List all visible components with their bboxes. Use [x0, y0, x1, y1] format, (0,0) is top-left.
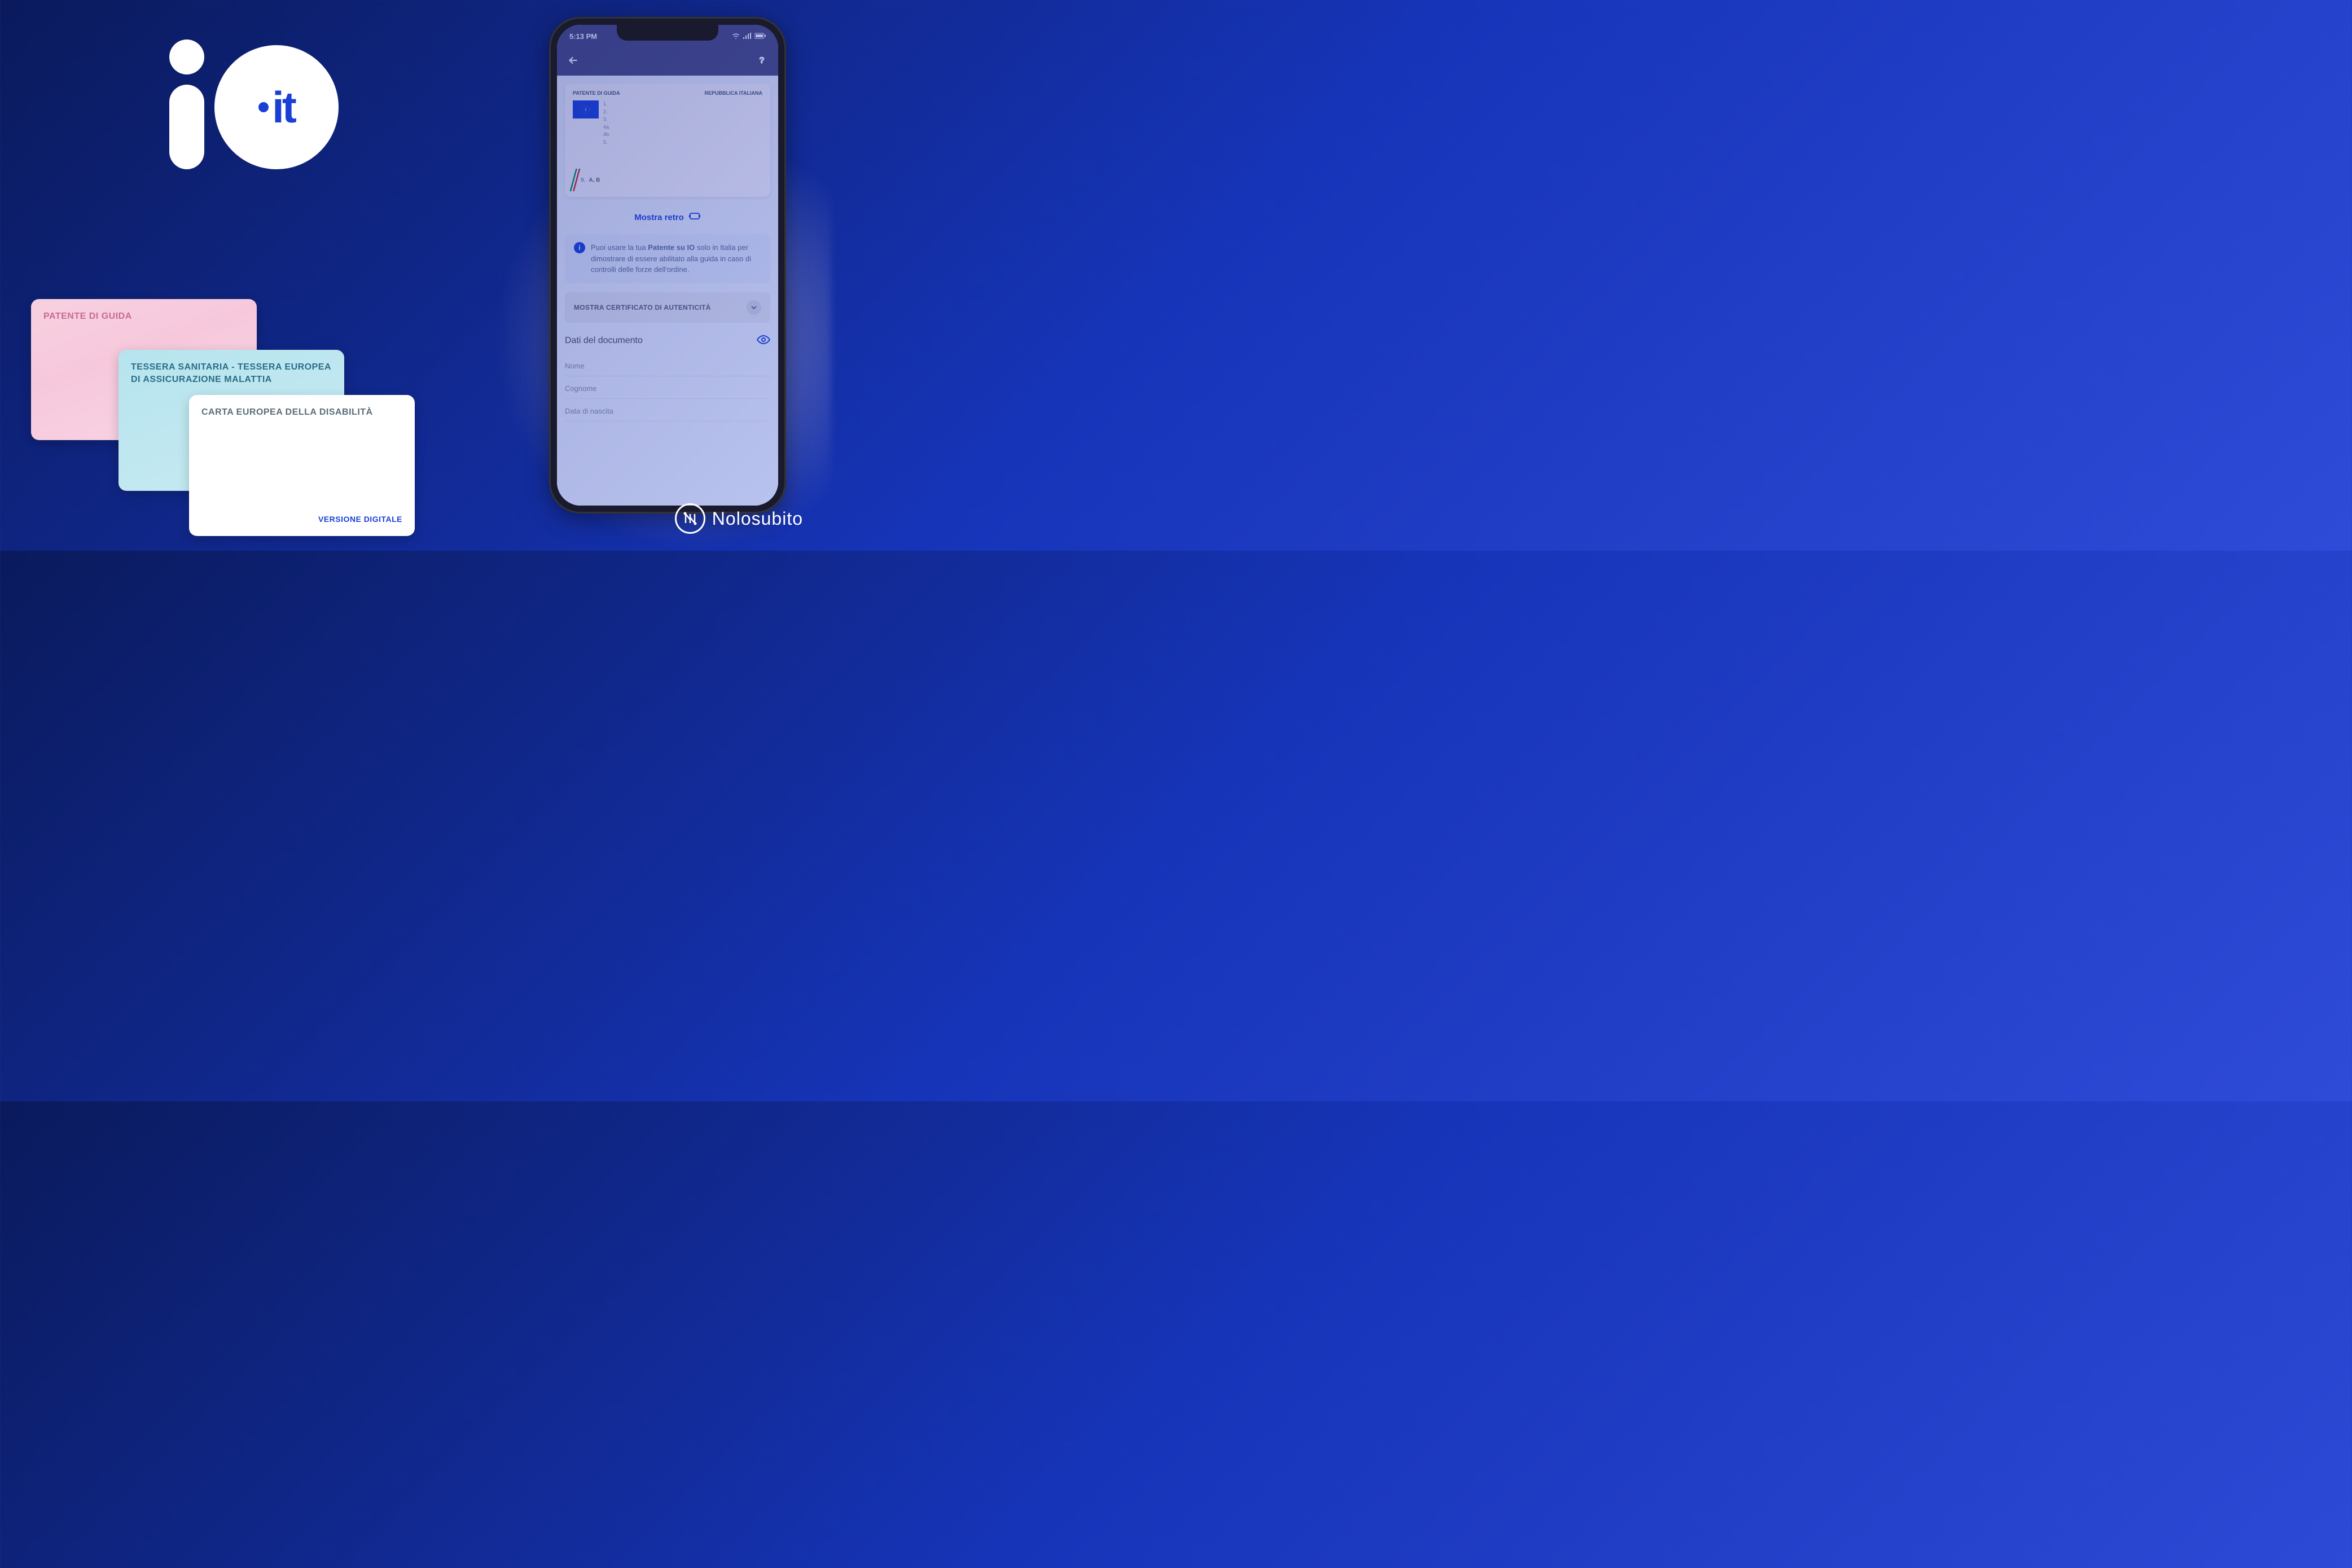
back-icon[interactable]	[567, 54, 580, 69]
cards-stack: PATENTE DI GUIDA TESSERA SANITARIA - TES…	[31, 299, 398, 525]
watermark-icon	[675, 503, 705, 534]
field-cognome: Cognome	[565, 376, 770, 399]
status-time: 5:13 PM	[569, 32, 597, 41]
card-disabilita-title: CARTA EUROPEA DELLA DISABILITÀ	[201, 406, 402, 419]
phone-frame: 5:13 PM ?	[549, 17, 786, 513]
status-icons	[732, 32, 766, 41]
battery-icon	[754, 32, 766, 41]
io-logo-i	[169, 39, 204, 169]
license-title-right: REPUBBLICA ITALIANA	[705, 90, 763, 96]
license-categories: 9. A, B	[573, 169, 762, 191]
field-nome: Nome	[565, 354, 770, 376]
eu-flag-icon: I	[573, 100, 599, 118]
app-header: ?	[557, 47, 778, 76]
section-label: Dati del documento	[565, 336, 643, 346]
flip-icon	[688, 212, 701, 223]
phone-mockup: 5:13 PM ?	[549, 17, 786, 513]
license-cat-value: A, B	[589, 177, 600, 183]
license-card: PATENTE DI GUIDA REPUBBLICA ITALIANA I 1…	[565, 84, 770, 197]
svg-text:?: ?	[760, 56, 764, 65]
info-icon: i	[574, 242, 585, 253]
watermark-logo: Nolosubito	[675, 503, 803, 534]
license-field-rows: 1. 2. 3. 4a. 4b. 5.	[603, 100, 762, 146]
field-nascita: Data di nascita	[565, 399, 770, 421]
io-logo: it	[169, 39, 339, 169]
document-data-header: Dati del documento	[565, 333, 770, 349]
info-text: Puoi usare la tua Patente su IO solo in …	[591, 242, 761, 275]
card-patente-title: PATENTE DI GUIDA	[43, 310, 244, 323]
show-back-label: Mostra retro	[634, 213, 684, 222]
help-icon[interactable]: ?	[756, 54, 768, 69]
phone-screen: 5:13 PM ?	[557, 25, 778, 506]
phone-notch	[617, 25, 718, 41]
license-title-left: PATENTE DI GUIDA	[573, 90, 620, 96]
show-back-button[interactable]: Mostra retro	[557, 205, 778, 230]
io-i-stem	[169, 85, 204, 169]
license-cat-label: 9.	[581, 177, 585, 183]
eye-icon[interactable]	[757, 333, 770, 349]
signal-icon	[743, 32, 751, 41]
chevron-down-icon	[747, 300, 761, 315]
io-it-text: it	[258, 82, 295, 133]
io-logo-o: it	[214, 45, 339, 169]
app-body: PATENTE DI GUIDA REPUBBLICA ITALIANA I 1…	[557, 76, 778, 506]
card-tessera-title: TESSERA SANITARIA - TESSERA EUROPEA DI A…	[131, 361, 332, 385]
io-i-dot	[169, 39, 204, 74]
cert-button-label: MOSTRA CERTIFICATO DI AUTENTICITÀ	[574, 304, 711, 311]
svg-text:I: I	[585, 107, 586, 112]
card-disabilita-footer: VERSIONE DIGITALE	[318, 514, 402, 525]
wifi-icon	[732, 32, 740, 41]
watermark-text: Nolosubito	[712, 508, 803, 529]
show-certificate-button[interactable]: MOSTRA CERTIFICATO DI AUTENTICITÀ	[565, 292, 770, 323]
info-box: i Puoi usare la tua Patente su IO solo i…	[565, 234, 770, 283]
card-disabilita: CARTA EUROPEA DELLA DISABILITÀ VERSIONE …	[189, 395, 415, 536]
italy-flag-stripe-icon	[570, 169, 581, 191]
